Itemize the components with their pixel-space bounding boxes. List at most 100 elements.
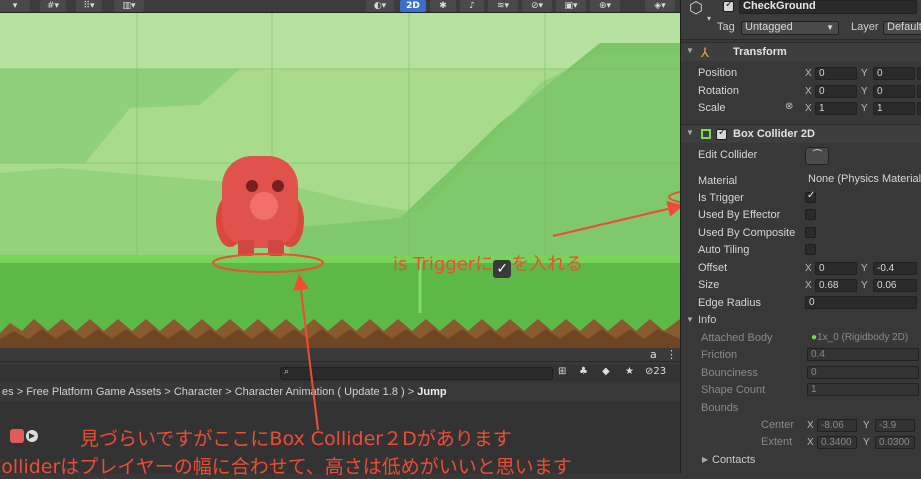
gameobject-cube-icon: ⬡: [689, 0, 703, 17]
create-icon[interactable]: ⊞: [558, 366, 566, 377]
contacts-foldout-arrow-icon[interactable]: ▶: [702, 455, 708, 464]
extent-label: Extent: [761, 436, 793, 448]
scale-x-field[interactable]: 1: [815, 102, 857, 115]
size-x-field[interactable]: 0.68: [815, 279, 857, 292]
rotation-label: Rotation: [698, 85, 739, 97]
breadcrumb-item[interactable]: Character Animation ( Update 1.8 ): [235, 386, 405, 398]
breadcrumb-item[interactable]: Character: [174, 386, 222, 398]
position-y-field[interactable]: 0: [873, 67, 915, 80]
x-axis-label: X: [805, 103, 812, 114]
bounds-label: Bounds: [701, 402, 739, 414]
edge-radius-label: Edge Radius: [698, 297, 761, 309]
info-foldout-arrow-icon[interactable]: ▼: [686, 315, 694, 324]
icon-dropdown-icon[interactable]: ▾: [707, 14, 711, 23]
project-assets-area[interactable]: ▶ 見づらいですがここにBox Collider２Dがあります Collider…: [0, 401, 680, 478]
edit-shape-icon: ⏜: [812, 150, 822, 161]
shape-count-label: Shape Count: [701, 384, 766, 396]
size-label: Size: [698, 279, 720, 291]
breadcrumb-item[interactable]: Free Platform Game Assets: [26, 386, 161, 398]
scene-view[interactable]: is Triggerに ✓ を入れる: [0, 13, 680, 348]
material-field[interactable]: None (Physics Material: [805, 174, 921, 187]
inspector-panel: ⬡ ▾ ✓ CheckGround Tag Untagged ▼ Layer De…: [680, 0, 921, 473]
y-axis-label: Y: [863, 420, 870, 431]
increment-snap-icon[interactable]: ⠿▾: [76, 0, 102, 12]
foldout-arrow-icon[interactable]: ▼: [686, 128, 694, 137]
shape-count-field: 1: [807, 383, 919, 396]
is-trigger-checkbox[interactable]: ✓: [805, 190, 816, 203]
edit-collider-button[interactable]: ⏜: [805, 147, 829, 165]
2d-toggle-button[interactable]: 2D: [400, 0, 426, 12]
used-by-effector-checkbox[interactable]: [805, 209, 816, 220]
offset-x-field[interactable]: 0: [815, 262, 857, 275]
gizmos-dropdown-icon[interactable]: ◈▾: [645, 0, 675, 12]
active-checkbox[interactable]: ✓: [723, 0, 734, 12]
x-axis-label: X: [807, 437, 814, 448]
tag-dropdown[interactable]: Untagged ▼: [741, 21, 839, 35]
snap-settings-icon[interactable]: ▥▾: [114, 0, 144, 12]
edit-collider-label: Edit Collider: [698, 149, 758, 161]
edge-radius-field[interactable]: 0: [805, 296, 917, 309]
y-axis-label: Y: [861, 280, 868, 291]
position-z-field[interactable]: 2: [917, 67, 921, 80]
fx-toggle-icon[interactable]: ≋▾: [488, 0, 518, 12]
scale-y-field[interactable]: 1: [873, 102, 915, 115]
tool-toggle-icon[interactable]: ▾: [0, 0, 30, 12]
checkbox-emoji-icon: ✓: [493, 260, 512, 278]
x-axis-label: X: [805, 86, 812, 97]
rotation-z-field[interactable]: 2: [917, 85, 921, 98]
lock-icon[interactable]: a: [650, 348, 657, 362]
collider-annotation-2: Colliderはプレイヤーの幅に合わせて、高さは低めがいいと思います: [0, 456, 572, 478]
breadcrumb-separator: >: [16, 386, 24, 398]
asset-thumbnail[interactable]: [10, 429, 24, 443]
box-collider-header[interactable]: ▼ ✓ Box Collider 2D: [681, 124, 921, 143]
favorite-star-icon[interactable]: ★: [625, 366, 634, 377]
visibility-toggle-icon[interactable]: ⊘▾: [522, 0, 552, 12]
offset-label: Offset: [698, 262, 728, 274]
box-collider-title: Box Collider 2D: [733, 128, 815, 140]
more-options-icon[interactable]: ⋮: [666, 348, 677, 362]
tag-value: Untagged: [745, 21, 793, 33]
used-by-effector-label: Used By Effector: [698, 209, 781, 221]
y-axis-label: Y: [861, 68, 868, 79]
offset-y-field[interactable]: -0.4: [873, 262, 917, 275]
attached-body-value: 1x_0 (Rigidbody 2D): [817, 332, 909, 343]
layer-dropdown[interactable]: Default: [883, 21, 921, 35]
box-collider-icon: [701, 129, 711, 139]
lighting-toggle-icon[interactable]: ✱: [430, 0, 456, 12]
inspector-header: ⬡ ▾ ✓ CheckGround Tag Untagged ▼ Layer De…: [681, 0, 921, 40]
hidden-packages-toggle[interactable]: ⊘23: [645, 366, 666, 377]
play-preview-icon[interactable]: ▶: [26, 430, 38, 442]
gizmos-toggle-icon[interactable]: ⊕▾: [590, 0, 620, 12]
breadcrumb-item[interactable]: es: [2, 386, 14, 398]
transform-header[interactable]: ▼ ⅄ Transform: [681, 42, 921, 61]
scene-toolbar: ▾ #▾ ⠿▾ ▥▾ ◐▾ 2D ✱ ♪ ≋▾ ⊘▾ ▣▾ ⊕▾ ◈▾: [0, 0, 680, 13]
y-axis-label: Y: [863, 437, 870, 448]
grid-snap-icon[interactable]: #▾: [40, 0, 66, 12]
auto-tiling-label: Auto Tiling: [698, 244, 750, 256]
project-search-input[interactable]: ⌕: [280, 367, 553, 380]
constrain-proportions-link-icon[interactable]: ⊗: [785, 101, 793, 112]
shading-mode-icon[interactable]: ◐▾: [366, 0, 394, 12]
breadcrumb-item-current[interactable]: Jump: [417, 386, 446, 398]
filter-by-type-icon[interactable]: ♣: [579, 366, 588, 377]
size-y-field[interactable]: 0.06: [873, 279, 917, 292]
object-name-input[interactable]: CheckGround: [739, 0, 917, 14]
position-x-field[interactable]: 0: [815, 67, 857, 80]
component-enabled-checkbox[interactable]: ✓: [716, 127, 727, 140]
rotation-y-field[interactable]: 0: [873, 85, 915, 98]
rotation-x-field[interactable]: 0: [815, 85, 857, 98]
transform-axes-icon: ⅄: [701, 45, 709, 60]
attached-body-field[interactable]: ●1x_0 (Rigidbody 2D): [811, 332, 908, 343]
used-by-composite-checkbox[interactable]: [805, 227, 816, 238]
layer-label: Layer: [851, 21, 879, 33]
extent-y-field: 0.0300: [875, 436, 915, 449]
filter-by-label-icon[interactable]: ◆: [602, 366, 610, 377]
camera-tool-icon[interactable]: ▣▾: [556, 0, 586, 12]
foldout-arrow-icon[interactable]: ▼: [686, 46, 694, 55]
audio-toggle-icon[interactable]: ♪: [460, 0, 484, 12]
project-search-bar: ⌕ ⊞ ♣ ◆ ★ ⊘23: [0, 365, 680, 382]
auto-tiling-checkbox[interactable]: [805, 244, 816, 255]
search-icon: ⌕: [284, 367, 290, 377]
chevron-down-icon: ▼: [826, 23, 834, 32]
scale-z-field[interactable]: 2: [917, 102, 921, 115]
